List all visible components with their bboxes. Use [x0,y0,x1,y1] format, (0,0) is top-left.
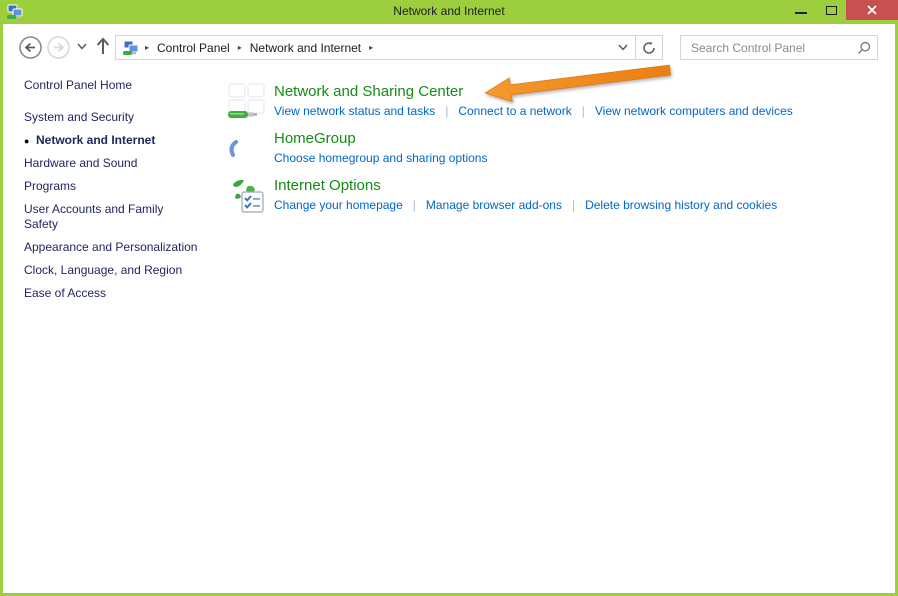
task-link[interactable]: View network computers and devices [595,103,793,120]
category-title[interactable]: HomeGroup [274,129,487,149]
active-bullet-icon: ● [24,134,29,149]
sidebar-item-label: Ease of Access [24,286,106,300]
category-section: Internet OptionsChange your homepage|Man… [228,176,848,214]
window-title: Network and Internet [0,0,898,24]
sidebar-item-label: User Accounts and Family Safety [24,202,163,231]
task-link[interactable]: Connect to a network [458,103,571,120]
sidebar-item-hardware-and-sound[interactable]: Hardware and Sound [24,156,199,171]
sidebar-item-label: Control Panel Home [24,78,132,92]
breadcrumb: ▸Control Panel▸Network and Internet▸ [139,41,611,55]
sidebar-item-system-and-security[interactable]: System and Security [24,110,199,125]
homegroup-icon[interactable] [228,129,266,167]
task-link[interactable]: Manage browser add-ons [426,197,562,214]
close-button[interactable] [846,0,898,20]
window-controls [786,0,898,20]
network-sharing-icon[interactable] [228,82,266,120]
category-section: Network and Sharing CenterView network s… [228,82,848,120]
breadcrumb-item[interactable]: Control Panel [155,41,232,55]
breadcrumb-chevron-icon[interactable]: ▸ [363,43,379,52]
recent-locations-dropdown[interactable] [77,43,87,50]
category-body: Network and Sharing CenterView network s… [274,82,793,120]
category-links: View network status and tasks|Connect to… [274,103,793,120]
breadcrumb-chevron-icon[interactable]: ▸ [232,43,248,52]
internet-options-icon[interactable] [228,176,266,214]
task-link[interactable]: Choose homegroup and sharing options [274,150,487,167]
category-links: Choose homegroup and sharing options [274,150,487,167]
task-link[interactable]: Delete browsing history and cookies [585,197,777,214]
minimize-icon [795,12,807,14]
category-body: Internet OptionsChange your homepage|Man… [274,176,777,214]
link-separator: | [572,103,595,120]
minimize-button[interactable] [786,0,816,20]
address-dropdown-icon[interactable] [611,36,635,59]
up-button[interactable] [95,37,111,56]
sidebar-item-clock-language-and-region[interactable]: Clock, Language, and Region [24,263,199,278]
sidebar-item-network-and-internet[interactable]: ● Network and Internet [24,133,199,148]
address-bar[interactable]: ▸Control Panel▸Network and Internet▸ [115,35,663,60]
refresh-icon [642,41,656,55]
task-link[interactable]: Change your homepage [274,197,403,214]
sidebar-item-label: Network and Internet [36,133,155,147]
sidebar-item-label: Hardware and Sound [24,156,137,170]
breadcrumb-chevron-icon[interactable]: ▸ [139,43,155,52]
sidebar-item-appearance-and-personalization[interactable]: Appearance and Personalization [24,240,199,255]
sidebar: Control Panel Home System and Security ● Ne… [24,78,199,309]
maximize-button[interactable] [816,0,846,20]
search-box [680,35,878,60]
sidebar-item-programs[interactable]: Programs [24,179,199,194]
search-input[interactable] [681,41,851,55]
close-icon [866,4,878,16]
link-separator: | [435,103,458,120]
category-body: HomeGroupChoose homegroup and sharing op… [274,129,487,167]
category-title[interactable]: Internet Options [274,176,777,196]
control-panel-window: Network and Internet [0,0,898,596]
maximize-icon [826,6,837,15]
sidebar-item-ease-of-access[interactable]: Ease of Access [24,286,199,301]
category-links: Change your homepage|Manage browser add-… [274,197,777,214]
window-body: ▸Control Panel▸Network and Internet▸ [3,24,895,593]
back-button[interactable] [19,36,42,59]
sidebar-item-label: Appearance and Personalization [24,240,197,254]
breadcrumb-network-icon [123,40,139,56]
refresh-button[interactable] [636,36,662,59]
sidebar-item-label: Clock, Language, and Region [24,263,182,277]
forward-button[interactable] [47,36,70,59]
sidebar-item-user-accounts-and-family-safety[interactable]: User Accounts and Family Safety [24,202,199,232]
task-link[interactable]: View network status and tasks [274,103,435,120]
titlebar: Network and Internet [0,0,898,24]
sidebar-item-label: System and Security [24,110,134,124]
category-list: Network and Sharing CenterView network s… [228,82,848,223]
category-title[interactable]: Network and Sharing Center [274,82,793,102]
link-separator: | [562,197,585,214]
sidebar-item-control-panel-home[interactable]: Control Panel Home [24,78,199,93]
sidebar-item-label: Programs [24,179,76,193]
search-icon[interactable] [851,41,877,55]
category-section: HomeGroupChoose homegroup and sharing op… [228,129,848,167]
breadcrumb-item[interactable]: Network and Internet [248,41,363,55]
link-separator: | [403,197,426,214]
